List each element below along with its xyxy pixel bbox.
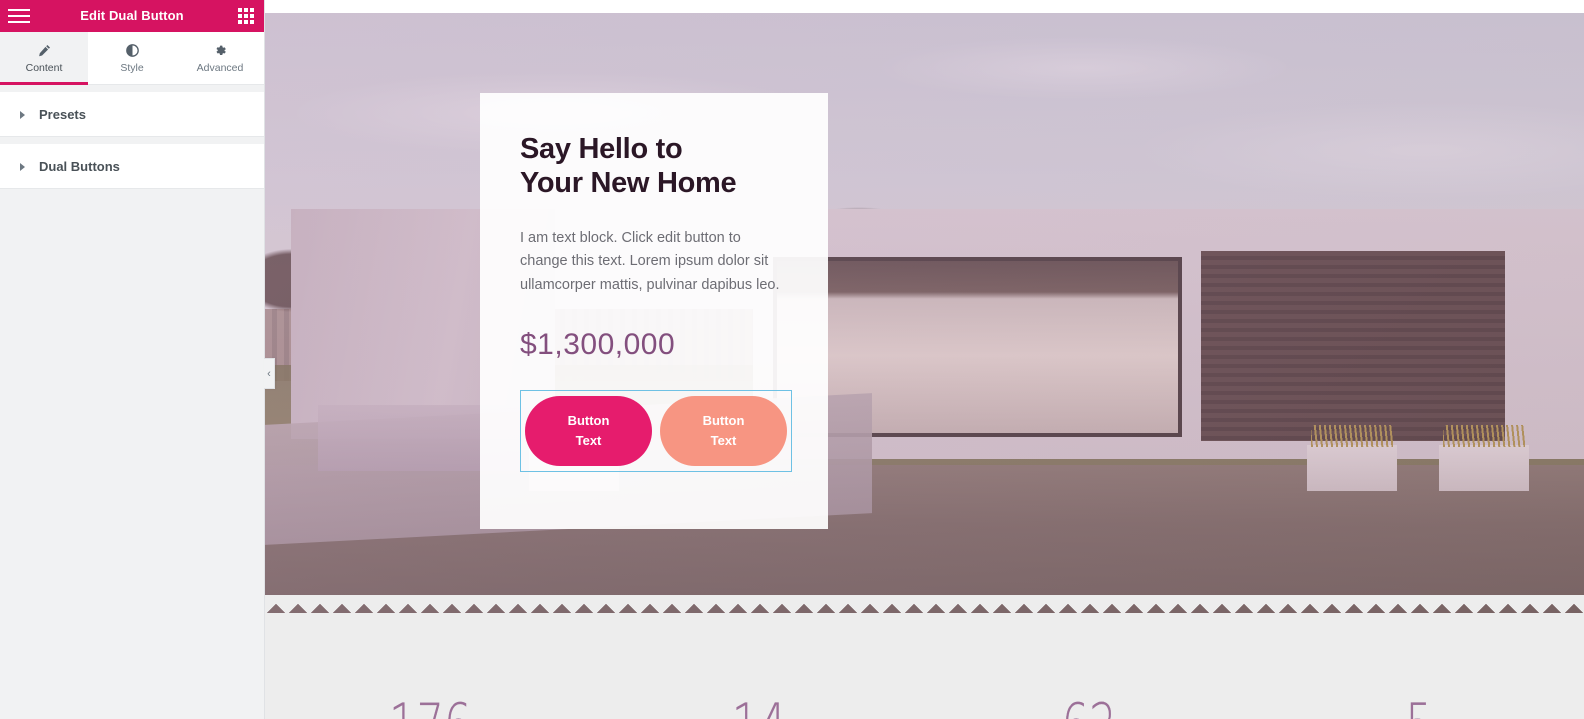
hamburger-icon[interactable] bbox=[8, 8, 30, 24]
elementor-editor: Edit Dual Button Content Style Advanced … bbox=[0, 0, 1584, 719]
zigzag-divider bbox=[265, 595, 1584, 613]
tab-advanced-label: Advanced bbox=[196, 61, 244, 74]
page-title: Edit Dual Button bbox=[80, 8, 184, 23]
secondary-button[interactable]: Button Text bbox=[660, 395, 787, 466]
counter-value: 176 bbox=[389, 696, 472, 719]
chevron-left-icon: ‹ bbox=[267, 367, 271, 380]
section-dual-buttons-label: Dual Buttons bbox=[39, 159, 120, 174]
primary-button[interactable]: Button Text bbox=[525, 395, 652, 466]
primary-button-label-line2: Text bbox=[575, 432, 602, 448]
tab-content-label: Content bbox=[25, 61, 63, 74]
card-heading: Say Hello to Your New Home bbox=[520, 133, 786, 201]
counter-value: 14 bbox=[732, 696, 787, 719]
tab-style[interactable]: Style bbox=[88, 32, 176, 84]
counter-item: 62 bbox=[925, 672, 1255, 719]
section-presets[interactable]: Presets bbox=[0, 92, 264, 137]
panel-tabs: Content Style Advanced bbox=[0, 32, 264, 85]
section-presets-label: Presets bbox=[39, 107, 86, 122]
preview-canvas: Say Hello to Your New Home I am text blo… bbox=[265, 0, 1584, 719]
card-price: $1,300,000 bbox=[520, 327, 676, 361]
primary-button-label-line1: Button bbox=[567, 413, 610, 429]
counter-value: 62 bbox=[1062, 696, 1117, 719]
secondary-button-label-line2: Text bbox=[710, 432, 737, 448]
panel-collapse-handle[interactable]: ‹ bbox=[264, 358, 275, 389]
dual-button-widget[interactable]: Button Text Button Text bbox=[520, 389, 792, 472]
tab-content[interactable]: Content bbox=[0, 32, 88, 85]
tab-advanced[interactable]: Advanced bbox=[176, 32, 264, 84]
canvas-top-strip bbox=[265, 0, 1584, 13]
counter-item: 176 bbox=[265, 672, 595, 719]
caret-right-icon bbox=[20, 162, 25, 171]
hero-card: Say Hello to Your New Home I am text blo… bbox=[480, 93, 828, 529]
editor-panel: Edit Dual Button Content Style Advanced … bbox=[0, 0, 275, 719]
card-heading-line1: Say Hello to bbox=[520, 133, 683, 165]
panel-sections: Presets Dual Buttons bbox=[0, 92, 264, 189]
gear-icon bbox=[214, 43, 227, 58]
counter-item: 14 bbox=[595, 672, 925, 719]
counter-value: 5 bbox=[1405, 696, 1433, 719]
grid-apps-icon[interactable] bbox=[238, 8, 254, 24]
hero-section: Say Hello to Your New Home I am text blo… bbox=[265, 13, 1584, 613]
counter-item: 5 bbox=[1254, 672, 1584, 719]
caret-right-icon bbox=[20, 110, 25, 119]
panel-header: Edit Dual Button bbox=[0, 0, 264, 32]
pencil-icon bbox=[38, 43, 51, 58]
contrast-icon bbox=[125, 43, 139, 58]
section-dual-buttons[interactable]: Dual Buttons bbox=[0, 144, 264, 189]
secondary-button-label-line1: Button bbox=[702, 413, 745, 429]
card-heading-line2: Your New Home bbox=[520, 166, 737, 199]
counters-section: 176 14 62 5 bbox=[265, 613, 1584, 719]
card-body-text: I am text block. Click edit button to ch… bbox=[520, 229, 780, 294]
hero-color-overlay bbox=[265, 13, 1584, 613]
tab-style-label: Style bbox=[120, 61, 144, 74]
